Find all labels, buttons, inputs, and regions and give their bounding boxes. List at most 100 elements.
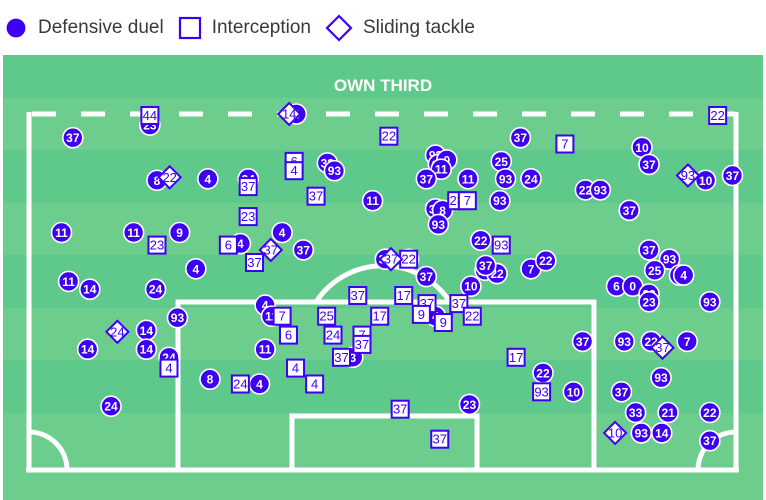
interception-marker[interactable]: 4 xyxy=(284,161,304,181)
defensive-duel-marker[interactable]: 9 xyxy=(168,221,191,244)
interception-marker[interactable]: 93 xyxy=(491,235,511,255)
interception-marker[interactable]: 23 xyxy=(147,235,167,255)
defensive-duel-marker[interactable]: 93 xyxy=(494,168,517,190)
defensive-duel-marker[interactable]: 22 xyxy=(469,229,492,252)
defensive-duel-marker[interactable]: 23 xyxy=(458,393,481,416)
interception-marker[interactable]: 25 xyxy=(317,306,337,326)
interception-marker[interactable]: 7 xyxy=(272,306,292,326)
defensive-duel-marker[interactable]: 37 xyxy=(638,153,660,176)
defensive-duel-marker[interactable]: 4 xyxy=(672,264,695,286)
defensive-duel-marker[interactable]: 93 xyxy=(323,159,346,182)
defensive-duel-marker[interactable]: 11 xyxy=(122,221,145,244)
defensive-duel-marker[interactable]: 14 xyxy=(135,319,158,342)
interception-marker[interactable]: 7 xyxy=(555,134,575,154)
defensive-duel-marker[interactable]: 22 xyxy=(699,401,721,424)
defensive-duel-marker[interactable]: 11 xyxy=(254,338,276,361)
interception-marker[interactable]: 37 xyxy=(390,399,410,419)
interception-marker[interactable]: 23 xyxy=(238,207,258,227)
interception-marker[interactable]: 93 xyxy=(532,382,552,402)
defensive-duel-marker[interactable]: 11 xyxy=(457,168,479,190)
defensive-duel-marker[interactable]: 10 xyxy=(460,275,482,297)
defensive-duel-marker[interactable]: 10 xyxy=(694,169,717,192)
interception-marker[interactable]: 37 xyxy=(348,286,368,305)
interception-marker[interactable]: 37 xyxy=(245,253,265,272)
defensive-duel-marker[interactable]: 37 xyxy=(415,168,438,190)
defensive-duel-marker[interactable]: 93 xyxy=(699,291,721,313)
defensive-duel-marker[interactable]: 24 xyxy=(520,168,542,190)
interception-marker[interactable]: 22 xyxy=(708,106,728,125)
interception-marker[interactable]: 17 xyxy=(506,347,526,367)
defensive-duel-marker[interactable]: 37 xyxy=(699,429,721,452)
defensive-duel-marker[interactable]: 37 xyxy=(721,164,744,187)
defensive-duel-marker[interactable]: 14 xyxy=(650,422,673,444)
defensive-duel-marker[interactable]: 93 xyxy=(489,189,511,212)
legend-item-defensive-duel[interactable]: Defensive duel xyxy=(4,16,164,40)
interception-marker[interactable]: 37 xyxy=(238,177,258,197)
defensive-duel-marker[interactable]: 93 xyxy=(630,422,653,444)
defensive-duel-marker[interactable]: 37 xyxy=(571,330,594,353)
defensive-duel-marker[interactable]: 37 xyxy=(618,199,641,222)
defensive-duel-marker[interactable]: 93 xyxy=(650,366,672,389)
interception-marker[interactable]: 37 xyxy=(306,186,326,206)
defensive-duel-marker[interactable]: 93 xyxy=(166,306,189,329)
interception-marker[interactable]: 37 xyxy=(331,347,351,367)
defensive-duel-marker[interactable]: 11 xyxy=(57,270,80,293)
defensive-duel-marker[interactable]: 33 xyxy=(624,401,647,424)
defensive-duel-marker[interactable]: 23 xyxy=(638,291,660,313)
defensive-duel-marker[interactable]: 14 xyxy=(135,338,158,361)
defensive-duel-marker[interactable]: 4 xyxy=(271,221,293,244)
legend-item-sliding-tackle[interactable]: Sliding tackle xyxy=(325,13,475,42)
interception-marker[interactable]: 4 xyxy=(159,358,179,378)
interception-marker[interactable]: 6 xyxy=(278,325,298,345)
defensive-duel-marker[interactable]: 93 xyxy=(427,213,450,236)
interception-marker[interactable]: 24 xyxy=(323,325,343,345)
defensive-duel-marker[interactable]: 11 xyxy=(361,189,384,212)
interception-marker[interactable]: 37 xyxy=(352,334,372,354)
defensive-duel-marker[interactable]: 21 xyxy=(657,401,679,424)
defensive-duel-marker[interactable]: 14 xyxy=(76,338,99,361)
defensive-duel-marker[interactable]: 37 xyxy=(292,239,315,261)
defensive-duel-marker[interactable]: 37 xyxy=(415,265,438,288)
defensive-duel-marker[interactable]: 7 xyxy=(676,330,699,353)
marker-label: 93 xyxy=(618,335,632,349)
defensive-duel-marker[interactable]: 8 xyxy=(199,368,221,391)
defensive-duel-marker[interactable]: 24 xyxy=(100,395,122,418)
defensive-duel-marker[interactable]: 11 xyxy=(50,221,73,244)
defensive-duel-marker[interactable]: 14 xyxy=(79,278,101,300)
interception-marker[interactable]: 22 xyxy=(379,126,399,146)
defensive-duel-marker[interactable]: 93 xyxy=(613,330,636,353)
interception-marker[interactable]: 4 xyxy=(286,358,306,378)
defensive-duel-marker[interactable]: 37 xyxy=(638,239,660,261)
defensive-duel-marker[interactable]: 22 xyxy=(535,249,557,272)
defensive-duel-marker[interactable]: 4 xyxy=(248,373,271,395)
interception-marker[interactable]: 44 xyxy=(140,106,160,125)
marker-label: 9 xyxy=(176,226,183,240)
marker-label: 7 xyxy=(684,335,691,349)
marker-label: 93 xyxy=(681,168,695,183)
interception-marker[interactable]: 17 xyxy=(370,306,390,326)
defensive-duel-marker[interactable]: 37 xyxy=(474,254,497,277)
legend-item-interception[interactable]: Interception xyxy=(178,16,311,40)
marker-label: 24 xyxy=(233,377,247,392)
defensive-duel-marker[interactable]: 4 xyxy=(197,168,219,190)
interception-marker[interactable]: 6 xyxy=(218,235,238,255)
defensive-duel-marker[interactable]: 22 xyxy=(532,362,554,384)
interception-marker[interactable]: 17 xyxy=(394,286,414,305)
defensive-duel-marker[interactable]: 37 xyxy=(509,126,532,149)
interception-marker[interactable]: 24 xyxy=(230,374,250,394)
defensive-duel-marker[interactable]: 37 xyxy=(62,126,84,149)
interception-marker[interactable]: 4 xyxy=(305,374,325,394)
defensive-duel-marker[interactable]: 24 xyxy=(144,278,167,300)
defensive-duel-marker[interactable]: 4 xyxy=(185,258,207,280)
interception-marker[interactable]: 9 xyxy=(411,304,431,324)
marker-label: 14 xyxy=(83,283,97,297)
interception-marker[interactable]: 9 xyxy=(433,313,453,332)
interception-marker[interactable]: 22 xyxy=(462,306,482,326)
defensive-duel-marker[interactable]: 37 xyxy=(610,380,633,403)
defensive-duel-marker[interactable]: 93 xyxy=(589,179,612,201)
defensive-duel-marker[interactable]: 10 xyxy=(562,380,585,403)
defensive-duel-marker[interactable]: 25 xyxy=(643,259,666,282)
interception-marker[interactable]: 7 xyxy=(457,191,477,211)
interception-marker[interactable]: 37 xyxy=(430,429,450,449)
marker-label: 4 xyxy=(311,377,318,392)
